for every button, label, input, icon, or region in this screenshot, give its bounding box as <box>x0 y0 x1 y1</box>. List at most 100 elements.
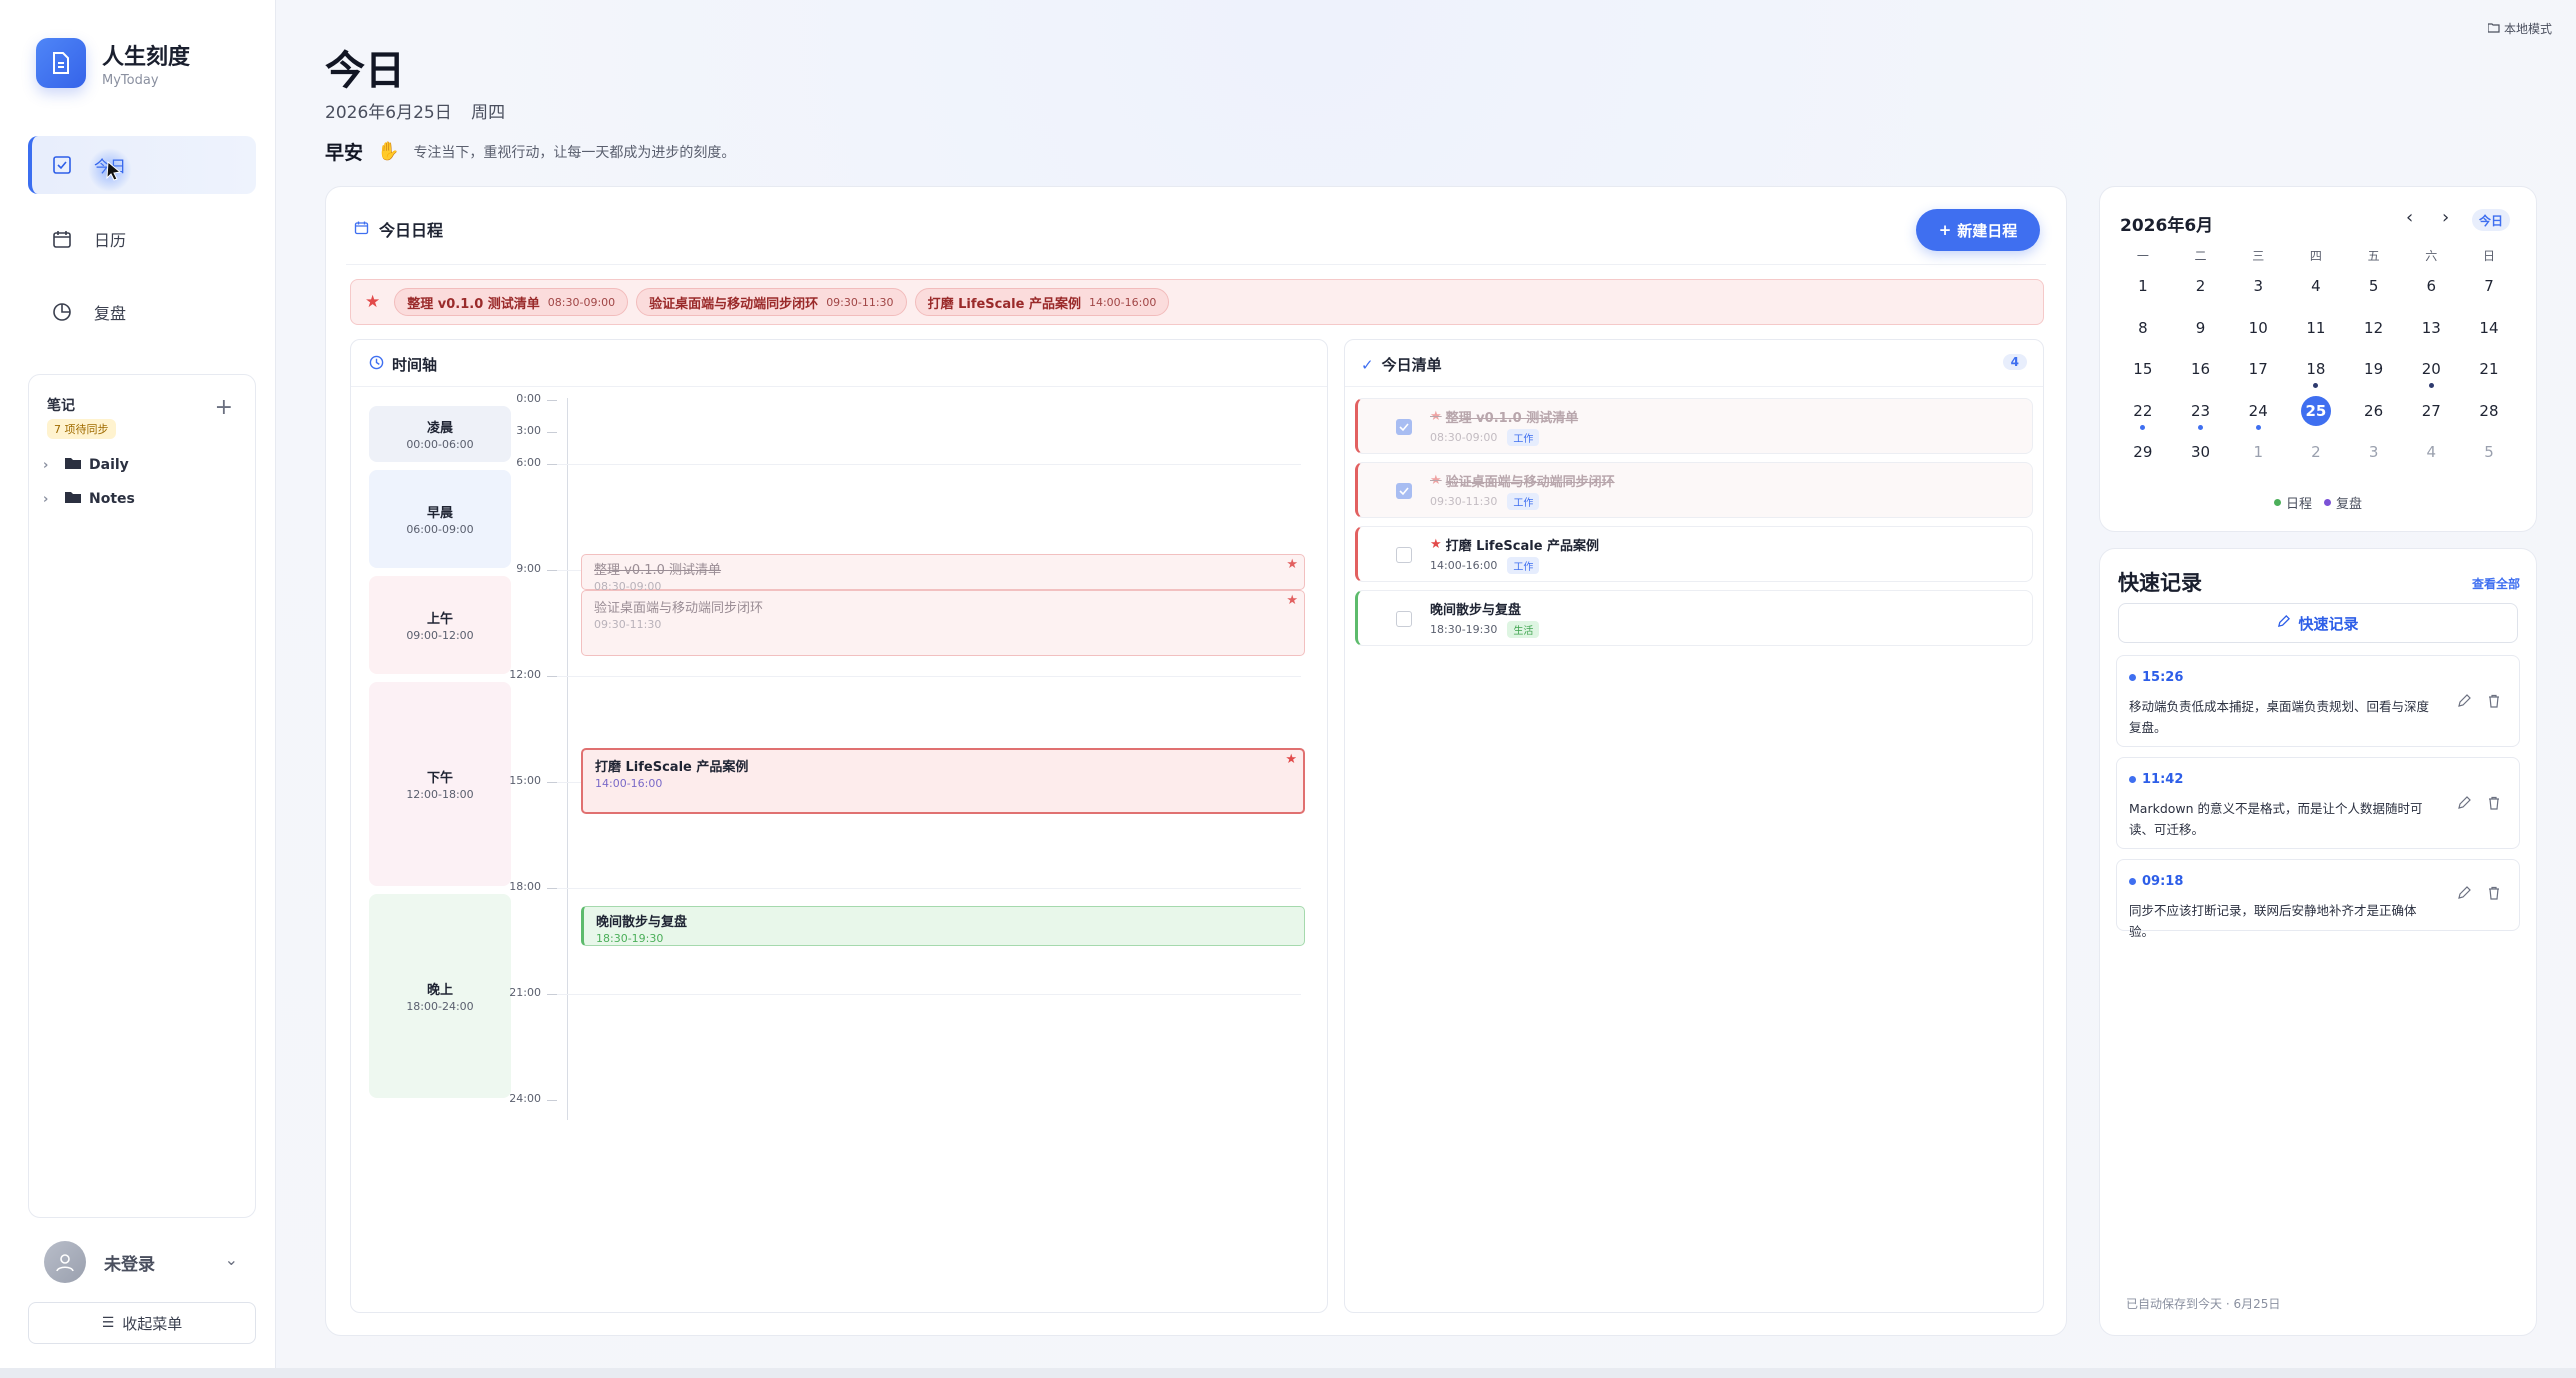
quick-record-label: 快速记录 <box>2298 614 2359 633</box>
nav-item-calendar[interactable]: 日历 <box>28 210 256 268</box>
view-all-link[interactable]: 查看全部 <box>2472 575 2520 592</box>
timeline-event[interactable]: 晚间散步与复盘 18:30-19:30 <box>581 906 1305 946</box>
trash-icon[interactable] <box>2487 886 2501 900</box>
folder-daily[interactable]: › Daily <box>43 457 129 473</box>
calendar-day[interactable]: 16 <box>2172 352 2230 394</box>
check-icon: ✓ <box>1361 355 1374 374</box>
time-dot <box>2129 776 2136 783</box>
calendar-day[interactable]: 1 <box>2114 269 2172 311</box>
quick-note-item[interactable]: 11:42 Markdown 的意义不是格式，而是让个人数据随时可读、可迁移。 <box>2116 757 2520 849</box>
calendar-day[interactable]: 5 <box>2460 435 2518 477</box>
local-mode-indicator[interactable]: 本地模式 <box>2487 20 2552 37</box>
brand[interactable]: 人生刻度 MyToday <box>36 38 190 88</box>
calendar-day[interactable]: 8 <box>2114 311 2172 353</box>
calendar-day[interactable]: 22 <box>2114 394 2172 436</box>
user-menu[interactable]: 未登录 ⌄ <box>44 1238 248 1286</box>
calendar-day[interactable]: 9 <box>2172 311 2230 353</box>
chevron-right-icon[interactable]: › <box>2442 207 2449 228</box>
calendar-day[interactable]: 17 <box>2229 352 2287 394</box>
app-subtitle: MyToday <box>102 72 159 88</box>
new-schedule-button[interactable]: + 新建日程 <box>1916 209 2040 251</box>
trash-icon[interactable] <box>2487 796 2501 810</box>
checkbox[interactable] <box>1396 419 1412 435</box>
timeline-event[interactable]: 整理 v0.1.0 测试清单 08:30-09:00 ★ <box>581 554 1305 593</box>
calendar-day[interactable]: 19 <box>2345 352 2403 394</box>
hour-label: 12:00 <box>509 668 541 681</box>
calendar-day[interactable]: 10 <box>2229 311 2287 353</box>
calendar-day[interactable]: 4 <box>2287 269 2345 311</box>
checklist-item[interactable]: ★ 打磨 LifeScale 产品案例 14:00-16:00 工作 <box>1355 526 2033 582</box>
checklist-item[interactable]: ★ 验证桌面端与移动端同步闭环 09:30-11:30 工作 <box>1355 462 2033 518</box>
calendar-day[interactable]: 13 <box>2402 311 2460 353</box>
calendar-day[interactable]: 3 <box>2345 435 2403 477</box>
calendar-day[interactable]: 18 <box>2287 352 2345 394</box>
calendar-day[interactable]: 15 <box>2114 352 2172 394</box>
quick-record-button[interactable]: 快速记录 <box>2118 603 2518 643</box>
calendar-day[interactable]: 5 <box>2345 269 2403 311</box>
calendar-day[interactable]: 12 <box>2345 311 2403 353</box>
tag-badge: 工作 <box>1507 557 1540 574</box>
quick-notes-card: 快速记录 查看全部 快速记录 15:26 移动端负责低成本捕捉，桌面端负责规划、… <box>2099 548 2537 1336</box>
focus-chip[interactable]: 打磨 LifeScale 产品案例 14:00-16:00 <box>914 288 1170 316</box>
chevron-right-icon: › <box>43 491 49 507</box>
quick-note-item[interactable]: 15:26 移动端负责低成本捕捉，桌面端负责规划、回看与深度复盘。 <box>2116 655 2520 747</box>
calendar-day[interactable]: 21 <box>2460 352 2518 394</box>
calendar-day[interactable]: 30 <box>2172 435 2230 477</box>
checklist-panel: ✓ 今日清单 4 ★ 整理 v0.1.0 测试清单 08:30-09:00 工作 ★… <box>1344 339 2044 1313</box>
weekday-label: 一 <box>2136 249 2149 263</box>
pencil-icon <box>2277 614 2291 632</box>
focus-chip[interactable]: 整理 v0.1.0 测试清单 08:30-09:00 <box>394 288 629 316</box>
focus-chip[interactable]: 验证桌面端与移动端同步闭环 09:30-11:30 <box>636 288 907 316</box>
add-note-button[interactable]: + <box>215 397 233 419</box>
calendar-grid: 一 二 三 四 五 六 日 1234567 8 9 10 11 12 13 14 15 16 1… <box>2114 247 2518 477</box>
edit-icon[interactable] <box>2457 886 2471 900</box>
calendar-day[interactable]: 27 <box>2402 394 2460 436</box>
trash-icon[interactable] <box>2487 694 2501 708</box>
chevron-left-icon[interactable]: ‹ <box>2406 207 2413 228</box>
checkbox[interactable] <box>1396 483 1412 499</box>
calendar-day[interactable]: 3 <box>2229 269 2287 311</box>
today-button[interactable]: 今日 <box>2472 209 2510 231</box>
calendar-day[interactable]: 29 <box>2114 435 2172 477</box>
star-icon: ★ <box>1286 593 1298 608</box>
calendar-day[interactable]: 11 <box>2287 311 2345 353</box>
hour-tick <box>547 1100 557 1101</box>
timeline-event[interactable]: 验证桌面端与移动端同步闭环 09:30-11:30 ★ <box>581 590 1305 656</box>
legend-schedule: 日程 <box>2273 493 2312 512</box>
nav-item-today[interactable]: 今日 <box>28 136 256 194</box>
period-name: 凌晨 <box>426 421 453 436</box>
checklist-item[interactable]: ★ 整理 v0.1.0 测试清单 08:30-09:00 工作 <box>1355 398 2033 454</box>
calendar-day[interactable]: 2 <box>2172 269 2230 311</box>
calendar-day[interactable]: 14 <box>2460 311 2518 353</box>
calendar-day[interactable]: 24 <box>2229 394 2287 436</box>
calendar-day[interactable]: 7 <box>2460 269 2518 311</box>
folder-icon <box>65 491 81 507</box>
hour-label: 3:00 <box>516 424 541 437</box>
checklist-item[interactable]: 晚间散步与复盘 18:30-19:30 生活 <box>1355 590 2033 646</box>
calendar-day[interactable]: 20 <box>2402 352 2460 394</box>
calendar-day[interactable]: 2 <box>2287 435 2345 477</box>
nav-item-review[interactable]: 复盘 <box>28 283 256 341</box>
period-name: 晚上 <box>426 983 453 998</box>
collapse-menu-button[interactable]: ☰ 收起菜单 <box>28 1302 256 1344</box>
folder-notes[interactable]: › Notes <box>43 491 135 507</box>
calendar-day[interactable]: 6 <box>2402 269 2460 311</box>
calendar-day[interactable]: 23 <box>2172 394 2230 436</box>
edit-icon[interactable] <box>2457 796 2471 810</box>
calendar-day[interactable]: 1 <box>2229 435 2287 477</box>
calendar-day[interactable]: 26 <box>2345 394 2403 436</box>
checklist-title: 今日清单 <box>1381 356 1442 374</box>
calendar-day[interactable]: 4 <box>2402 435 2460 477</box>
schedule-title: 今日日程 <box>354 217 443 241</box>
quick-note-item[interactable]: 09:18 同步不应该打断记录，联网后安静地补齐才是正确体验。 <box>2116 859 2520 939</box>
calendar-day[interactable]: 28 <box>2460 394 2518 436</box>
checkbox[interactable] <box>1396 547 1412 563</box>
calendar-day-selected[interactable]: 25 <box>2287 394 2345 436</box>
event-dot <box>2140 424 2146 430</box>
checkbox[interactable] <box>1396 611 1412 627</box>
timeline-event[interactable]: 打磨 LifeScale 产品案例 14:00-16:00 ★ <box>581 748 1305 814</box>
page-title: 今日 <box>325 48 405 94</box>
autosave-status: 已自动保存到今天 · 6月25日 <box>2126 1297 2281 1311</box>
item-title: 打磨 LifeScale 产品案例 <box>1445 539 1600 554</box>
edit-icon[interactable] <box>2457 694 2471 708</box>
